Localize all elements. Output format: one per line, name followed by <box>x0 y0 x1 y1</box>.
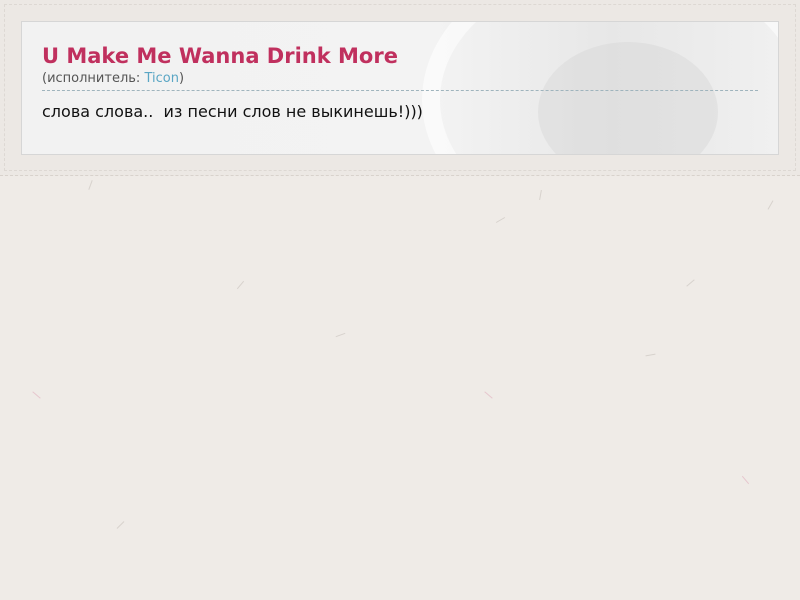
paper-speck <box>645 353 656 357</box>
paper-speck <box>335 332 346 338</box>
paper-speck <box>686 279 695 287</box>
paper-speck <box>539 189 542 201</box>
artist-link[interactable]: Ticon <box>144 71 179 86</box>
content-frame: U Make Me Wanna Drink More (исполнитель:… <box>0 0 800 176</box>
paper-speck <box>484 391 493 399</box>
paper-speck <box>741 475 750 485</box>
song-title: U Make Me Wanna Drink More <box>42 44 398 68</box>
song-card-content: U Make Me Wanna Drink More (исполнитель:… <box>42 42 758 123</box>
paper-speck <box>495 217 506 223</box>
song-card: U Make Me Wanna Drink More (исполнитель:… <box>21 21 779 155</box>
artist-prefix: (исполнитель: <box>42 71 145 86</box>
page: { "song": { "title": "U Make Me Wanna Dr… <box>0 0 800 600</box>
paper-speck <box>236 280 245 290</box>
paper-speck <box>32 391 41 399</box>
paper-speck <box>88 180 93 190</box>
paper-speck <box>767 200 774 210</box>
song-lyrics: слова слова.. из песни слов не выкинешь!… <box>42 102 423 121</box>
paper-speck <box>116 521 125 529</box>
title-divider <box>42 90 758 91</box>
artist-suffix: ) <box>178 71 185 86</box>
artist-line: (исполнитель: Ticon) <box>42 70 758 88</box>
